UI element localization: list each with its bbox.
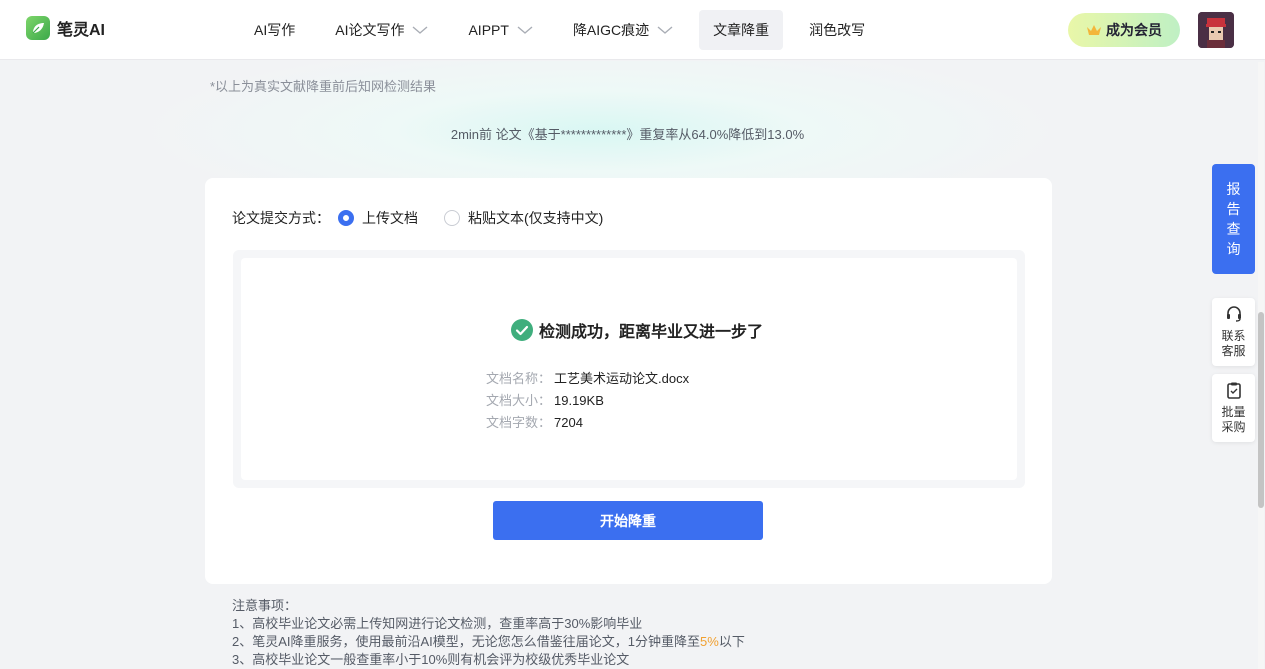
report-query-char: 告 (1226, 201, 1241, 217)
banner-background (0, 61, 1265, 181)
become-member-button[interactable]: 成为会员 (1068, 13, 1180, 47)
nav-item-label: 降AIGC痕迹 (572, 22, 650, 38)
radio-button[interactable] (444, 210, 460, 226)
document-wordcount-row: 文档字数： 7204 (486, 412, 583, 431)
nav-item-article-reduce[interactable]: 文章降重 (699, 10, 784, 50)
scrollbar-thumb[interactable] (1258, 312, 1264, 508)
report-query-char: 报 (1226, 181, 1241, 197)
report-query-char: 查 (1226, 221, 1241, 237)
nav-item-ai-writing[interactable]: AI写作 (240, 10, 309, 50)
member-label: 成为会员 (1106, 22, 1162, 38)
banner-note: *以上为真实文献降重前后知网检测结果 (210, 79, 437, 94)
success-message: 检测成功，距离毕业又进一步了 (511, 318, 763, 342)
side-tool-label: 批量 采购 (1221, 405, 1246, 434)
notes-line-1: 1、高校毕业论文必需上传知网进行论文检测，查重率高于30%影响毕业 (232, 616, 643, 631)
radio-label: 粘贴文本(仅支持中文) (468, 210, 604, 226)
radio-label: 上传文档 (362, 210, 418, 226)
notes-line-2: 2、笔灵AI降重服务，使用最前沿AI模型，无论您怎么借鉴往届论文，1分钟重降至5… (232, 633, 745, 651)
chevron-down-icon (517, 26, 533, 34)
radio-upload-document[interactable]: 上传文档 (338, 208, 418, 228)
info-label: 文档大小： (486, 393, 552, 408)
document-size-row: 文档大小： 19.19KB (486, 390, 604, 409)
document-name: 工艺美术运动论文.docx (554, 371, 690, 386)
side-tool-label: 联系 客服 (1221, 329, 1246, 358)
brand-logo[interactable]: 笔灵AI (26, 16, 105, 40)
nav-item-polish[interactable]: 润色改写 (795, 10, 879, 50)
notes-highlight: 5% (700, 634, 719, 649)
upload-result-panel: 检测成功，距离毕业又进一步了 文档名称： 工艺美术运动论文.docx 文档大小： 1… (241, 258, 1017, 480)
leaf-icon (26, 16, 50, 40)
document-name-row: 文档名称： 工艺美术运动论文.docx (486, 368, 689, 387)
info-label: 文档字数： (486, 415, 552, 430)
notes-section: 注意事项： 1、高校毕业论文必需上传知网进行论文检测，查重率高于30%影响毕业 … (232, 597, 745, 669)
headset-icon (1226, 306, 1241, 322)
avatar[interactable] (1198, 12, 1234, 48)
nav-item-ai-paper[interactable]: AI论文写作 (321, 10, 442, 50)
submit-method-row: 论文提交方式： 上传文档 粘贴文本(仅支持中文) (232, 208, 621, 228)
check-circle-icon (511, 319, 533, 341)
bulk-purchase-button[interactable]: 批量 采购 (1212, 374, 1255, 442)
notes-line-2-end: 以下 (718, 634, 745, 649)
info-label: 文档名称： (486, 371, 552, 386)
document-wordcount: 7204 (554, 415, 583, 430)
radio-paste-text[interactable]: 粘贴文本(仅支持中文) (444, 208, 603, 228)
document-size: 19.19KB (554, 393, 604, 408)
start-reduce-button[interactable]: 开始降重 (493, 501, 763, 540)
success-text: 检测成功，距离毕业又进一步了 (539, 324, 764, 341)
clipboard-icon (1226, 382, 1241, 399)
notes-title: 注意事项： (232, 598, 298, 613)
upload-card: 论文提交方式： 上传文档 粘贴文本(仅支持中文) 检测成功，距离毕业又进一步了 … (205, 178, 1052, 584)
nav-item-label: AI论文写作 (335, 22, 405, 38)
upload-area[interactable]: 检测成功，距离毕业又进一步了 文档名称： 工艺美术运动论文.docx 文档大小： 1… (233, 250, 1025, 488)
crown-icon (1087, 25, 1101, 35)
main-nav: AI写作 AI论文写作 AIPPT 降AIGC痕迹 文章降重 润色改写 (240, 0, 891, 60)
nav-item-aippt[interactable]: AIPPT (454, 10, 546, 50)
radio-button[interactable] (338, 210, 354, 226)
nav-item-reduce-aigc[interactable]: 降AIGC痕迹 (559, 10, 687, 50)
nav-item-label: AI写作 (254, 22, 296, 38)
submit-method-label: 论文提交方式： (232, 210, 330, 226)
reduction-record: 2min前 论文《基于*************》重复率从64.0%降低到13.… (450, 127, 805, 142)
notes-line-3: 3、高校毕业论文一般查重率小于10%则有机会评为校级优秀毕业论文 (232, 652, 630, 667)
top-navbar: 笔灵AI AI写作 AI论文写作 AIPPT 降AIGC痕迹 文章降重 润色改写… (0, 0, 1265, 60)
report-query-char: 询 (1226, 241, 1241, 257)
nav-item-label: 润色改写 (809, 22, 866, 38)
contact-support-button[interactable]: 联系 客服 (1212, 298, 1255, 366)
chevron-down-icon (657, 26, 673, 34)
chevron-down-icon (413, 26, 428, 34)
nav-item-label: 文章降重 (713, 22, 770, 38)
report-query-button[interactable]: 报 告 查 询 (1212, 164, 1255, 274)
brand-name: 笔灵AI (57, 22, 106, 39)
nav-item-label: AIPPT (468, 22, 509, 38)
notes-line-2-text: 2、笔灵AI降重服务，使用最前沿AI模型，无论您怎么借鉴往届论文，1分钟重降至 (232, 634, 701, 649)
